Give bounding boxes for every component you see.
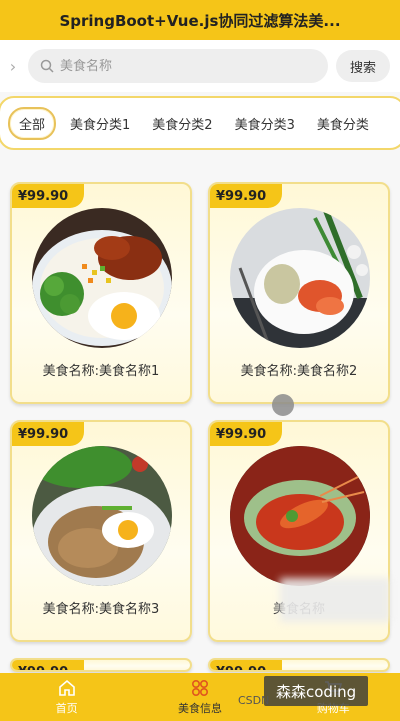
food-card[interactable]: ¥99.90 (10, 658, 192, 672)
search-button-label: 搜索 (349, 60, 376, 76)
tab-category-4[interactable]: 美食分类 (309, 108, 377, 139)
price-tag: ¥99.90 (210, 422, 283, 446)
nav-home-label: 首页 (55, 702, 78, 715)
search-row: › 搜索 (0, 40, 400, 92)
category-tabs-wrap: 全部 美食分类1 美食分类2 美食分类3 美食分类 (0, 92, 400, 154)
dish-image (32, 208, 172, 348)
chevron-right-icon[interactable]: › (6, 57, 20, 76)
nav-home[interactable]: 首页 (0, 673, 133, 721)
search-input[interactable] (60, 58, 316, 74)
price-tag: ¥99.90 (210, 660, 283, 670)
tab-category-2[interactable]: 美食分类2 (144, 108, 220, 139)
dish-image (230, 208, 370, 348)
app-title-bar: SpringBoot+Vue.js协同过滤算法美... (0, 0, 400, 40)
food-card[interactable]: ¥99.90 美食名称:美食名称1 (10, 182, 192, 404)
food-card[interactable]: ¥99.90 美食名称:美食名称3 (10, 420, 192, 642)
price-tag: ¥99.90 (12, 184, 85, 208)
price-tag: ¥99.90 (12, 422, 85, 446)
food-name: 美食名称:美食名称2 (240, 364, 358, 379)
tab-category-1[interactable]: 美食分类1 (62, 108, 138, 139)
watermark: 森森coding (264, 676, 369, 706)
home-icon (58, 679, 75, 696)
search-button[interactable]: 搜索 (335, 50, 390, 82)
page-title: SpringBoot+Vue.js协同过滤算法美... (59, 11, 341, 30)
food-name: 美食名称:美食名称3 (42, 602, 160, 617)
search-icon (40, 59, 54, 73)
grid-icon (191, 679, 208, 697)
dish-image (230, 446, 370, 586)
category-tabs: 全部 美食分类1 美食分类2 美食分类3 美食分类 (0, 96, 400, 150)
food-card[interactable]: ¥99.90 美食名称:美食名称2 (208, 182, 390, 404)
dish-image (32, 446, 172, 586)
price-tag: ¥99.90 (210, 184, 283, 208)
nav-food-info-label: 美食信息 (177, 702, 222, 715)
search-field[interactable] (28, 49, 328, 83)
scroll-indicator[interactable] (272, 394, 294, 416)
food-card[interactable]: ¥99.90 (208, 658, 390, 672)
price-tag: ¥99.90 (12, 660, 85, 670)
tab-category-3[interactable]: 美食分类3 (227, 108, 303, 139)
watermark-text: 森森coding (276, 682, 357, 701)
tab-all[interactable]: 全部 (8, 106, 57, 140)
food-name: 美食名称:美食名称1 (42, 364, 160, 379)
csdn-watermark: CSDN (238, 694, 270, 707)
blurred-overlay (280, 578, 390, 622)
